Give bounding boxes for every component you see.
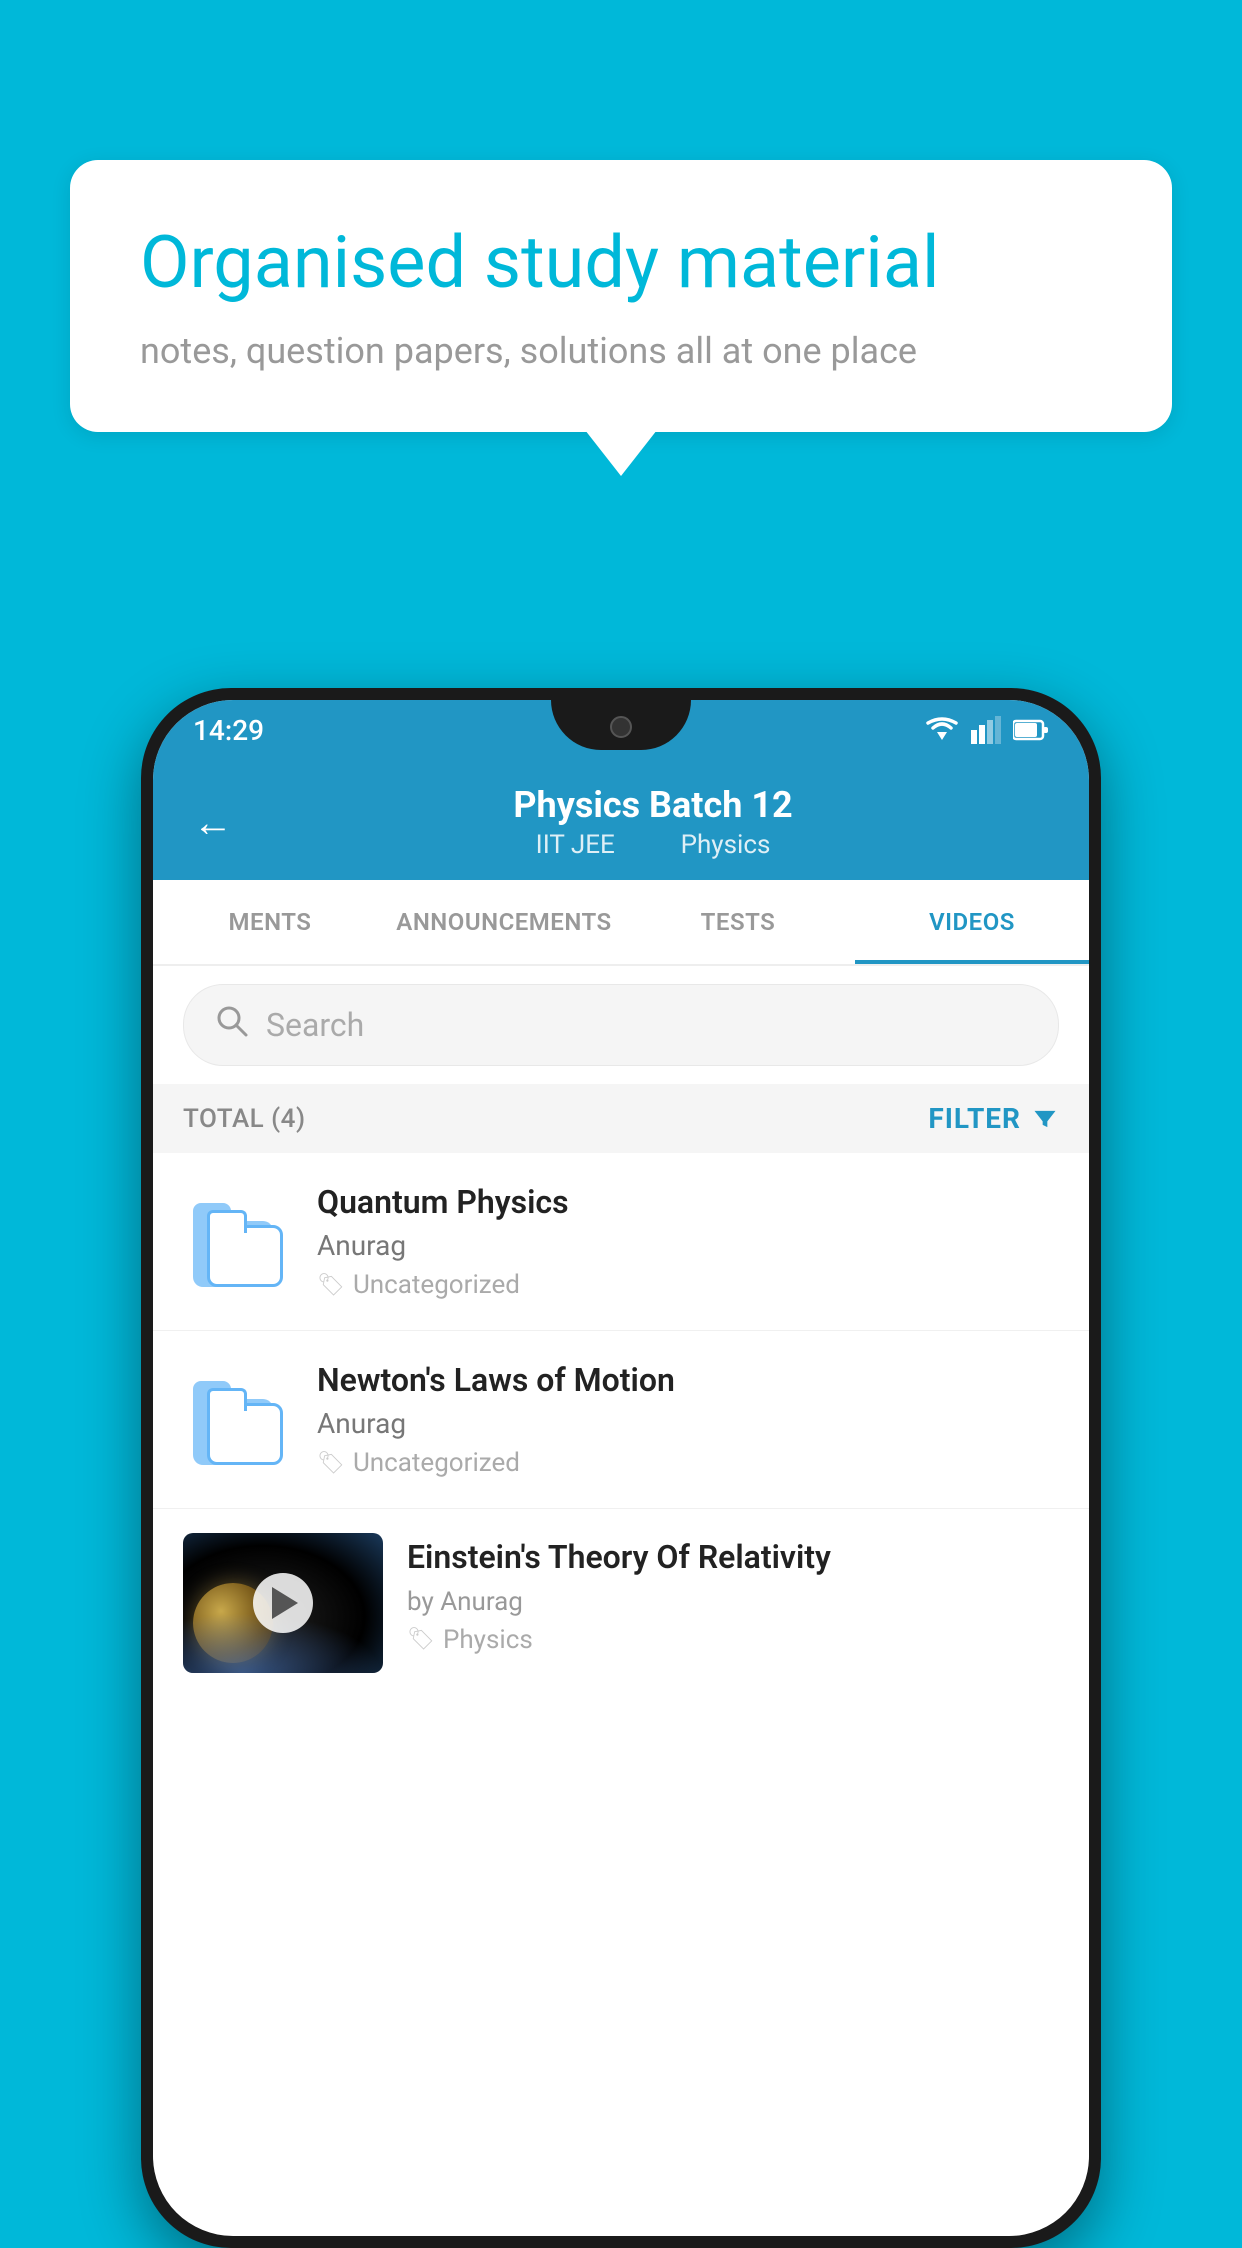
speech-bubble-subtitle: notes, question papers, solutions all at… xyxy=(140,330,1102,372)
video-title-newton: Newton's Laws of Motion xyxy=(317,1361,1059,1399)
video-info-newton: Newton's Laws of Motion Anurag 🏷 Uncateg… xyxy=(317,1361,1059,1478)
folder-front-newton xyxy=(207,1403,283,1465)
tag-label-einstein: Physics xyxy=(443,1625,533,1655)
tab-announcements[interactable]: ANNOUNCEMENTS xyxy=(387,880,621,964)
folder-front xyxy=(207,1225,283,1287)
video-item-einstein[interactable]: Einstein's Theory Of Relativity by Anura… xyxy=(153,1509,1089,1697)
status-icons xyxy=(925,716,1049,744)
tag-label-quantum: Uncategorized xyxy=(353,1270,520,1300)
tab-videos[interactable]: VIDEOS xyxy=(855,880,1089,964)
batch-subtitle: IIT JEE Physics xyxy=(257,830,1049,860)
folder-icon xyxy=(193,1197,283,1287)
video-author-einstein: by Anurag xyxy=(407,1587,1059,1617)
video-item-quantum[interactable]: Quantum Physics Anurag 🏷 Uncategorized xyxy=(153,1153,1089,1331)
play-triangle-icon xyxy=(272,1587,298,1619)
tab-tests[interactable]: TESTS xyxy=(621,880,855,964)
filter-button[interactable]: FILTER xyxy=(928,1102,1059,1135)
filter-icon xyxy=(1031,1105,1059,1133)
filter-label: FILTER xyxy=(928,1102,1021,1135)
battery-icon xyxy=(1013,718,1049,742)
video-title-einstein: Einstein's Theory Of Relativity xyxy=(407,1537,1059,1579)
search-bar[interactable]: Search xyxy=(183,984,1059,1066)
total-count: TOTAL (4) xyxy=(183,1104,306,1134)
video-thumb-newton xyxy=(183,1365,293,1475)
video-item-newton[interactable]: Newton's Laws of Motion Anurag 🏷 Uncateg… xyxy=(153,1331,1089,1509)
tabs-bar: MENTS ANNOUNCEMENTS TESTS VIDEOS xyxy=(153,880,1089,966)
video-thumbnail-einstein xyxy=(183,1533,383,1673)
video-title-quantum: Quantum Physics xyxy=(317,1183,1059,1221)
video-tag-quantum: 🏷 Uncategorized xyxy=(317,1270,1059,1300)
tab-ments[interactable]: MENTS xyxy=(153,880,387,964)
phone-frame: 14:29 xyxy=(141,688,1101,2248)
batch-title: Physics Batch 12 xyxy=(257,784,1049,826)
video-info-einstein: Einstein's Theory Of Relativity by Anura… xyxy=(407,1533,1059,1655)
phone-notch xyxy=(551,700,691,750)
speech-bubble-title: Organised study material xyxy=(140,220,1102,306)
status-bar: 14:29 xyxy=(153,700,1089,760)
back-button[interactable]: ← xyxy=(193,799,233,846)
header-title-block: Physics Batch 12 IIT JEE Physics xyxy=(257,784,1049,860)
video-tag-einstein: 🏷 Physics xyxy=(407,1625,1059,1655)
speech-bubble: Organised study material notes, question… xyxy=(70,160,1172,432)
video-thumb-quantum xyxy=(183,1187,293,1297)
subtitle-iitjee: IIT JEE xyxy=(536,830,615,860)
filter-row: TOTAL (4) FILTER xyxy=(153,1084,1089,1153)
subtitle-physics: Physics xyxy=(681,830,771,860)
tag-label-newton: Uncategorized xyxy=(353,1448,520,1478)
tag-icon-newton: 🏷 xyxy=(317,1451,345,1476)
tag-icon-einstein: 🏷 xyxy=(407,1627,435,1652)
video-tag-newton: 🏷 Uncategorized xyxy=(317,1448,1059,1478)
video-author-newton: Anurag xyxy=(317,1407,1059,1440)
app-header: ← Physics Batch 12 IIT JEE Physics xyxy=(153,760,1089,880)
search-icon xyxy=(214,1003,250,1047)
front-camera xyxy=(610,716,632,738)
play-button-einstein[interactable] xyxy=(253,1573,313,1633)
wifi-icon xyxy=(925,716,959,744)
video-author-quantum: Anurag xyxy=(317,1229,1059,1262)
signal-icon xyxy=(971,716,1001,744)
phone-screen: 14:29 xyxy=(153,700,1089,2236)
video-list: Quantum Physics Anurag 🏷 Uncategorized xyxy=(153,1153,1089,1697)
status-time: 14:29 xyxy=(193,714,264,747)
search-container: Search xyxy=(153,966,1089,1084)
speech-bubble-container: Organised study material notes, question… xyxy=(70,160,1172,432)
subtitle-sep xyxy=(641,830,654,860)
folder-icon-newton xyxy=(193,1375,283,1465)
search-placeholder: Search xyxy=(266,1006,364,1044)
tag-icon-quantum: 🏷 xyxy=(317,1273,345,1298)
video-info-quantum: Quantum Physics Anurag 🏷 Uncategorized xyxy=(317,1183,1059,1300)
